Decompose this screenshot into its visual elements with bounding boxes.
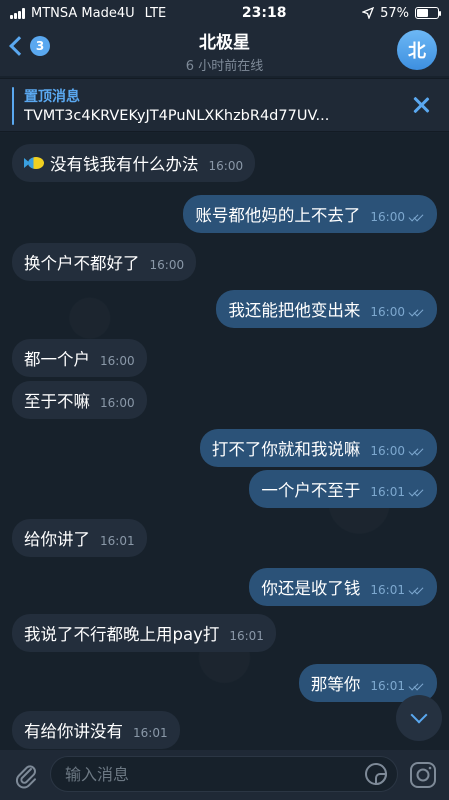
message-text: 都一个户 (24, 350, 90, 369)
network-type: LTE (144, 5, 167, 21)
scroll-to-bottom-button[interactable] (396, 695, 442, 741)
message-text: 我说了不行都晚上用pay打 (24, 625, 220, 644)
back-button[interactable]: 3 (8, 36, 50, 56)
battery-percent: 57% (380, 5, 409, 21)
unread-count-badge: 3 (30, 36, 50, 56)
battery-fill (417, 9, 429, 17)
sticker-icon[interactable] (364, 762, 388, 786)
chat-title-area[interactable]: 北极星 6 小时前在线 (186, 28, 263, 74)
message-time: 16:00 (370, 305, 405, 319)
message-time: 16:01 (229, 629, 264, 643)
message-time: 16:00 (370, 444, 405, 458)
close-icon[interactable] (411, 95, 431, 115)
message-text: 没有钱我有什么办法 (50, 155, 199, 174)
message-bubble-incoming[interactable]: 至于不嘛 16:00 (12, 381, 147, 419)
message-bubble-incoming[interactable]: 换个户不都好了 16:00 (12, 243, 197, 281)
pinned-indicator (12, 87, 14, 125)
message-text: 一个户不至于 (261, 481, 361, 500)
message-input-bar (0, 750, 449, 800)
read-checkmarks-icon (409, 212, 425, 222)
last-seen-status: 6 小时前在线 (185, 59, 264, 74)
read-checkmarks-icon (409, 446, 425, 456)
message-time: 16:00 (149, 258, 185, 272)
status-left: MTNSA Made4U LTE (10, 6, 166, 21)
message-text: 我还能把他变出来 (228, 301, 361, 320)
message-bubble-incoming[interactable]: 给你讲了 16:01 (12, 519, 147, 557)
read-checkmarks-icon (409, 681, 425, 691)
signal-icon (10, 7, 25, 19)
message-text: 有给你讲没有 (24, 722, 123, 741)
battery-icon (415, 7, 441, 19)
message-time: 16:00 (208, 159, 244, 173)
message-input[interactable] (50, 756, 398, 792)
message-time: 16:00 (100, 354, 135, 368)
message-time: 16:01 (370, 679, 405, 693)
avatar[interactable]: 北 (397, 30, 437, 70)
message-text: 换个户不都好了 (24, 254, 140, 273)
pinned-message-bar[interactable]: 置顶消息 TVMT3c4KRVEKyJT4PuNLXKhzbR4d77UV... (0, 78, 449, 132)
status-bar: MTNSA Made4U LTE 23:18 57% (0, 0, 449, 26)
chevron-left-icon (9, 36, 29, 56)
message-text: 打不了你就和我说嘛 (211, 440, 361, 459)
chat-header: 3 北极星 6 小时前在线 北 (0, 26, 449, 76)
message-text: 给你讲了 (24, 530, 90, 549)
message-text: 至于不嘛 (24, 392, 90, 411)
message-time: 16:01 (100, 534, 135, 548)
chevron-down-icon (410, 706, 428, 724)
message-time: 16:00 (100, 396, 135, 410)
message-time: 16:01 (370, 485, 405, 499)
carrier-name: MTNSA Made4U (31, 5, 135, 21)
chat-title: 北极星 (199, 33, 250, 53)
message-bubble-incoming[interactable]: 都一个户 16:00 (12, 339, 147, 377)
message-bubble-incoming[interactable]: 我说了不行都晚上用pay打 16:01 (12, 614, 276, 652)
message-bubble-outgoing[interactable]: 一个户不至于 16:01 (249, 470, 437, 508)
message-bubble-outgoing[interactable]: 账号都他妈的上不去了 16:00 (183, 195, 437, 233)
instagram-camera-icon[interactable] (408, 760, 438, 790)
message-text: 那等你 (310, 675, 361, 694)
message-bubble-outgoing[interactable]: 你还是收了钱 16:01 (249, 568, 437, 606)
pinned-text: TVMT3c4KRVEKyJT4PuNLXKhzbR4d77UV... (24, 108, 330, 124)
fish-icon (24, 155, 46, 171)
status-right: 57% (362, 5, 441, 21)
read-checkmarks-icon (409, 585, 425, 595)
location-arrow-icon (362, 7, 375, 19)
clock: 23:18 (241, 5, 287, 21)
paperclip-icon[interactable] (12, 761, 40, 789)
message-time: 16:01 (133, 726, 168, 740)
message-text: 你还是收了钱 (261, 579, 361, 598)
message-time: 16:01 (370, 583, 405, 597)
message-text: 账号都他妈的上不去了 (195, 206, 361, 225)
read-checkmarks-icon (409, 487, 425, 497)
message-bubble-outgoing[interactable]: 打不了你就和我说嘛 16:00 (199, 429, 437, 467)
read-checkmarks-icon (409, 307, 425, 317)
message-time: 16:00 (370, 210, 405, 224)
message-bubble-incoming[interactable]: 没有钱我有什么办法 16:00 (12, 144, 256, 182)
pinned-title: 置顶消息 (24, 89, 80, 105)
message-bubble-outgoing[interactable]: 我还能把他变出来 16:00 (216, 290, 437, 328)
message-bubble-incoming[interactable]: 有给你讲没有 16:01 (12, 711, 180, 749)
message-list[interactable]: 没有钱我有什么办法 16:00 账号都他妈的上不去了 16:00 换个户不都好了… (0, 133, 449, 750)
